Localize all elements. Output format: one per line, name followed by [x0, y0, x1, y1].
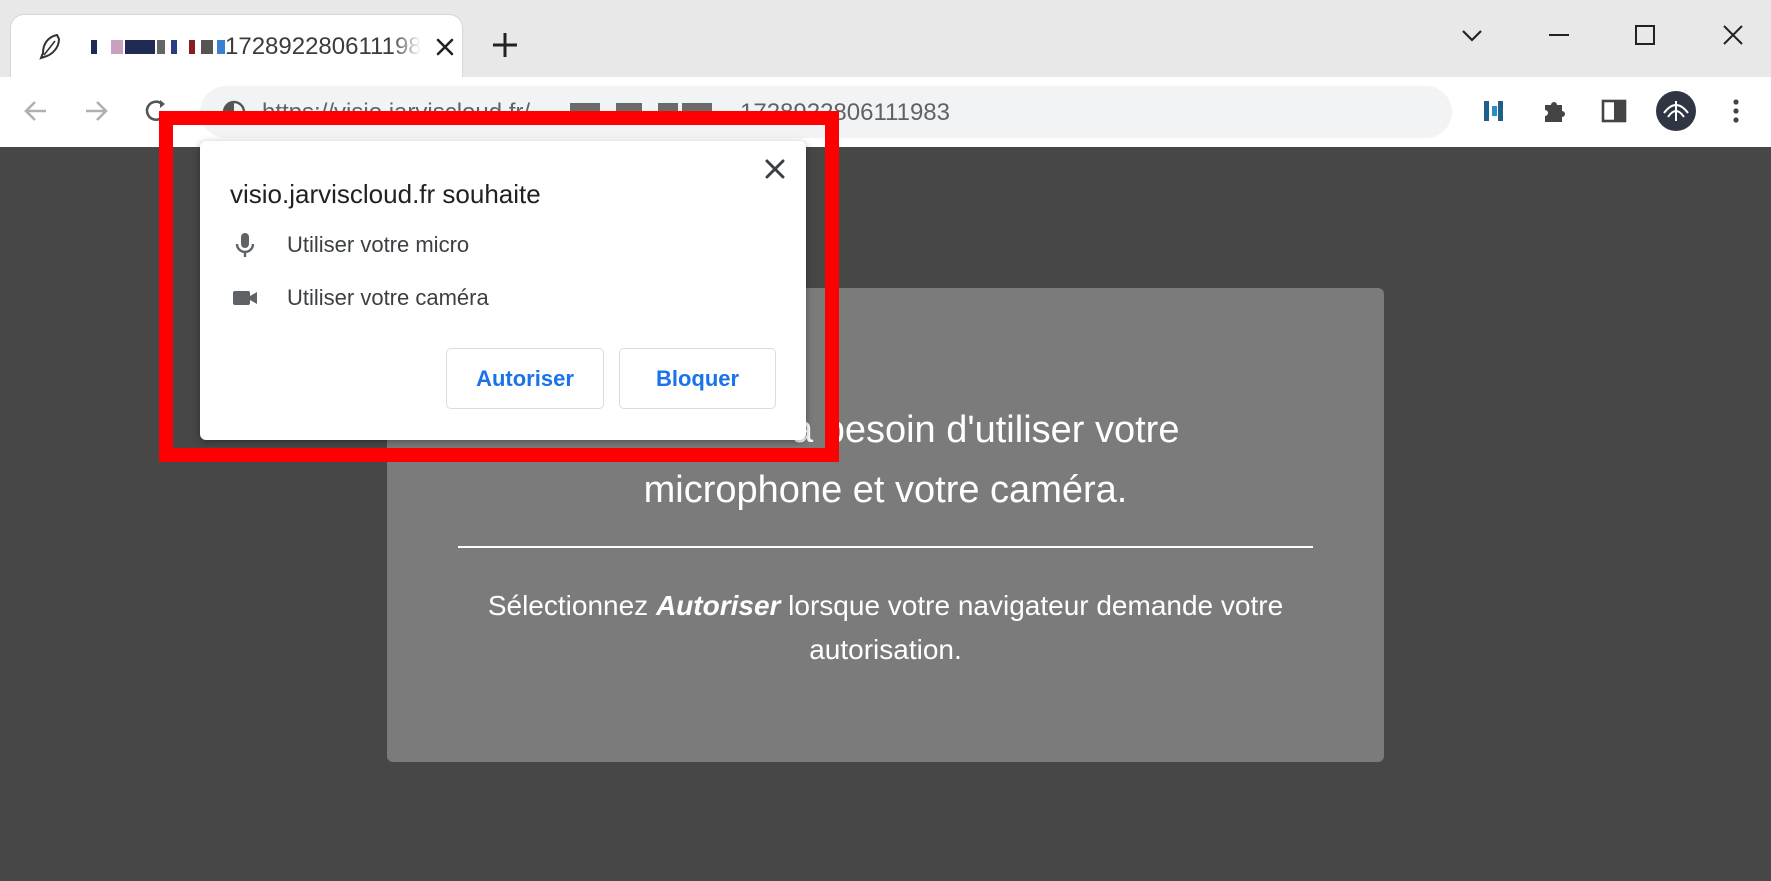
divider — [458, 546, 1313, 548]
more-menu-icon[interactable] — [1718, 93, 1754, 129]
browser-tab[interactable]: 17289228061119839 — [10, 14, 463, 78]
highlight-box — [159, 111, 839, 462]
extension-puzzle-icon[interactable] — [1536, 93, 1572, 129]
permission-instruction: Sélectionnez Autoriser lorsque votre nav… — [457, 584, 1314, 672]
window-close-icon[interactable] — [1710, 12, 1756, 58]
maximize-icon[interactable] — [1622, 12, 1668, 58]
feather-icon — [39, 33, 61, 60]
tab-strip: 17289228061119839 — [0, 0, 1771, 78]
extension-logo-icon[interactable] — [1476, 93, 1512, 129]
profile-avatar-icon[interactable] — [1654, 89, 1698, 133]
permission-heading-line2: microphone et votre caméra. — [643, 469, 1128, 511]
forward-arrow-icon[interactable] — [78, 93, 114, 129]
side-panel-icon[interactable] — [1596, 93, 1632, 129]
new-tab-plus-icon[interactable] — [488, 28, 522, 62]
minimize-icon[interactable] — [1536, 12, 1582, 58]
instruction-before: Sélectionnez — [487, 590, 656, 621]
redacted-tab-text — [91, 40, 227, 54]
tab-title: 17289228061119839 — [225, 33, 421, 61]
instruction-emphasis: Autoriser — [655, 590, 781, 621]
tab-close-icon[interactable] — [431, 33, 459, 61]
instruction-after: lorsque votre navigateur demande votre a… — [780, 590, 1284, 665]
tab-search-chevron-icon[interactable] — [1449, 12, 1495, 58]
back-arrow-icon[interactable] — [18, 93, 54, 129]
